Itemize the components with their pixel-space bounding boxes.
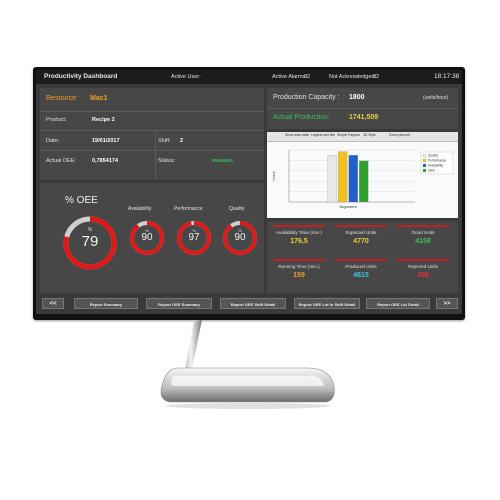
shift-value: 2 bbox=[180, 138, 184, 144]
title-bar: Productivity Dashboard Active User: Acti… bbox=[36, 70, 462, 84]
legend-entry: Performance bbox=[428, 159, 446, 163]
stat-strip bbox=[335, 225, 387, 227]
performance-value: 97 bbox=[188, 232, 200, 243]
legend-swatch bbox=[422, 153, 427, 158]
divider bbox=[40, 130, 264, 131]
divider bbox=[155, 131, 156, 180]
capacity-value: 1800 bbox=[349, 94, 365, 101]
legend-swatch bbox=[422, 158, 427, 163]
product-label: Product: bbox=[46, 117, 67, 123]
oee-main-value: 79 bbox=[81, 233, 99, 250]
stat-strip bbox=[335, 259, 387, 261]
bar-performance bbox=[338, 151, 348, 203]
stat-strip bbox=[273, 259, 325, 261]
not-acknowledged-label[interactable]: Not Acknowledged: bbox=[329, 70, 376, 84]
bar-quality bbox=[327, 155, 337, 203]
stat-value: 4159 bbox=[415, 238, 431, 245]
divider bbox=[40, 111, 264, 112]
clock: 18:17:38 bbox=[434, 73, 460, 80]
info-panel: Resource: Mac1 Product: Recipe 2 Date: 1… bbox=[40, 88, 264, 180]
stat-strip bbox=[397, 259, 449, 261]
y-axis-label: Value bbox=[271, 170, 276, 181]
availability-gauge: % 90 bbox=[127, 218, 167, 258]
chart-panel: Show data table Legend and title Simple Re… bbox=[267, 132, 458, 218]
product-value: Recipe 2 bbox=[92, 117, 115, 123]
legend-swatch bbox=[422, 168, 427, 173]
chart-toolbar-item[interactable]: Zoom percent bbox=[389, 133, 410, 137]
report-oee-lot-detail-button[interactable]: Report OEE Lot Detail bbox=[366, 298, 430, 309]
stat-strip bbox=[397, 225, 449, 227]
chart-toolbar: Show data table Legend and title Simple Re… bbox=[267, 132, 458, 142]
capacity-panel: Production Capacity : 1800 (units/hour) … bbox=[267, 88, 458, 129]
shift-label: Shift: bbox=[158, 138, 171, 144]
gauge-label-performance: Performance bbox=[174, 206, 203, 212]
chart-toolbar-item[interactable]: Show data table bbox=[285, 133, 309, 137]
stat-label: Rejected Units bbox=[408, 264, 438, 269]
stat-label: Produced Units bbox=[345, 264, 377, 269]
date-label: Date: bbox=[46, 138, 60, 144]
status-badge: RUNNING bbox=[212, 158, 233, 163]
active-alarms-count: 32 bbox=[304, 74, 311, 80]
stat-value: 176,5 bbox=[290, 238, 308, 245]
gauge-label-availability: Availability bbox=[128, 206, 152, 212]
actual-production-label: Actual Production: bbox=[273, 114, 330, 121]
actual-oee-value: 0,7854174 bbox=[92, 158, 118, 164]
legend-entry: OEE bbox=[428, 169, 435, 173]
status-label: Status: bbox=[158, 158, 176, 164]
capacity-unit: (units/hour) bbox=[423, 95, 449, 101]
legend-entry: Availability bbox=[428, 164, 443, 168]
stat-value: 159 bbox=[293, 272, 305, 279]
stat-strip bbox=[273, 225, 325, 227]
prev-page-button[interactable]: << bbox=[42, 298, 64, 309]
legend-swatch bbox=[422, 163, 427, 168]
quality-gauge: % 90 bbox=[220, 218, 260, 258]
stat-label: Running Time (min.) bbox=[278, 264, 320, 269]
bar-oee bbox=[359, 160, 369, 203]
performance-gauge: % 97 bbox=[174, 218, 214, 258]
x-tick-label: Argument bbox=[339, 204, 357, 209]
active-alarms-label[interactable]: Active Alarms: bbox=[272, 70, 307, 84]
monitor: Productivity Dashboard Active User: Acti… bbox=[33, 67, 465, 320]
stat-value: 456 bbox=[417, 272, 429, 279]
date-value: 19/01/2017 bbox=[92, 138, 120, 144]
divider bbox=[267, 108, 458, 109]
chart-toolbar-item[interactable]: Legend and title bbox=[311, 133, 335, 137]
actual-production-value: 1741,509 bbox=[349, 114, 379, 121]
oee-title: % OEE bbox=[65, 195, 98, 206]
not-acknowledged-count: 32 bbox=[373, 74, 380, 80]
bar-availability bbox=[348, 155, 358, 203]
actual-oee-label: Actual OEE: bbox=[46, 158, 76, 164]
monitor-stand-base bbox=[160, 367, 335, 409]
resource-label: Resource: bbox=[46, 95, 78, 102]
divider bbox=[40, 150, 264, 151]
chart-toolbar-item[interactable]: Simple Regular bbox=[337, 133, 360, 137]
report-summary-button[interactable]: Report Summary bbox=[74, 298, 138, 309]
gauge-label-quality: Quality bbox=[229, 206, 245, 212]
stat-label: Good Units bbox=[411, 230, 435, 235]
availability-value: 90 bbox=[141, 232, 153, 243]
oee-main-gauge: % 79 bbox=[60, 213, 120, 273]
resource-value: Mac1 bbox=[90, 95, 108, 102]
stats-panel: Availability Time (min.) 176,5 Expected Un… bbox=[267, 221, 458, 293]
capacity-label: Production Capacity : bbox=[273, 94, 340, 101]
page-title: Productivity Dashboard bbox=[44, 73, 118, 80]
stat-label: Expected Units bbox=[345, 230, 377, 235]
legend-entry: Quality bbox=[428, 154, 438, 158]
chart-toolbar-item[interactable]: 3D Style bbox=[363, 133, 376, 137]
active-user-label: Active User: bbox=[171, 74, 201, 80]
oee-panel: % OEE % 79 Availability % 90 Performance bbox=[40, 183, 264, 293]
report-oee-lot-in-shift-detail-button[interactable]: Report OEE Lot In Shift Detail bbox=[294, 298, 360, 309]
report-oee-shift-detail-button[interactable]: Report OEE Shift Detail bbox=[220, 298, 286, 309]
dashboard-screen: Productivity Dashboard Active User: Acti… bbox=[36, 70, 462, 314]
stat-value: 4770 bbox=[353, 238, 369, 245]
quality-value: 90 bbox=[234, 232, 246, 243]
stat-label: Availability Time (min.) bbox=[276, 230, 322, 235]
report-oee-summary-button[interactable]: Report OEE Summary bbox=[146, 298, 212, 309]
stat-value: 4615 bbox=[353, 272, 369, 279]
next-page-button[interactable]: >> bbox=[436, 298, 458, 309]
bar-chart: Value Argument QualityPerformanceAvailabil… bbox=[271, 149, 454, 209]
